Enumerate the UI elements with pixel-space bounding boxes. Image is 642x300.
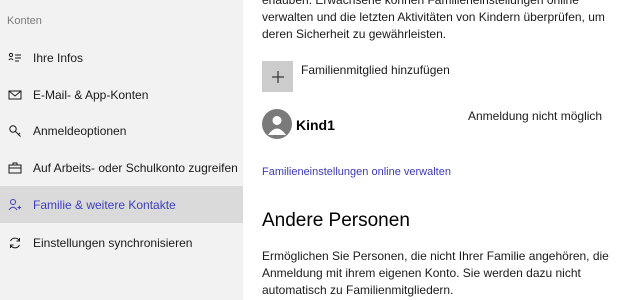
other-people-title: Andere Personen [262,210,410,231]
mail-icon [8,88,22,102]
sidebar-section-header: Konten [7,15,42,27]
briefcase-icon [8,161,22,175]
sidebar-item-label: Familie & weitere Kontakte [33,197,176,212]
add-family-member-label[interactable]: Familienmitglied hinzufügen [301,63,450,77]
family-settings-link[interactable]: Familieneinstellungen online verwalten [262,166,451,178]
intro-text: erlauben. Erwachsene können Familieneins… [262,0,605,41]
user-silhouette-icon [268,116,286,135]
sidebar: Konten Ihre Infos E-Mail- & App-Konten A… [0,0,243,300]
member-name[interactable]: Kind1 [296,117,335,133]
sidebar-item-email-app-konten[interactable]: E-Mail- & App-Konten [0,76,243,113]
sidebar-item-label: Anmeldeoptionen [33,123,127,138]
user-card-icon [8,51,22,65]
sidebar-item-label: Auf Arbeits- oder Schulkonto zugreifen [33,160,238,175]
sync-icon [8,236,22,250]
sidebar-item-label: Einstellungen synchronisieren [33,235,193,250]
other-people-description: Ermöglichen Sie Personen, die nicht Ihre… [262,249,609,297]
plus-icon [271,70,284,83]
sidebar-item-familie[interactable]: Familie & weitere Kontakte [0,186,243,223]
sidebar-item-label: E-Mail- & App-Konten [33,87,149,102]
sidebar-item-label: Ihre Infos [33,50,84,65]
sidebar-item-sync[interactable]: Einstellungen synchronisieren [0,224,243,261]
sidebar-item-ihre-infos[interactable]: Ihre Infos [0,39,243,76]
main-content: erlauben. Erwachsene können Familieneins… [243,0,642,300]
key-icon [8,124,22,138]
person-add-icon [8,198,22,212]
avatar[interactable] [262,109,292,139]
add-family-member-button[interactable] [262,61,293,92]
sidebar-item-arbeits-schulkonto[interactable]: Auf Arbeits- oder Schulkonto zugreifen [0,149,243,186]
sidebar-item-anmeldeoptionen[interactable]: Anmeldeoptionen [0,112,243,149]
member-status: Anmeldung nicht möglich [468,109,603,123]
